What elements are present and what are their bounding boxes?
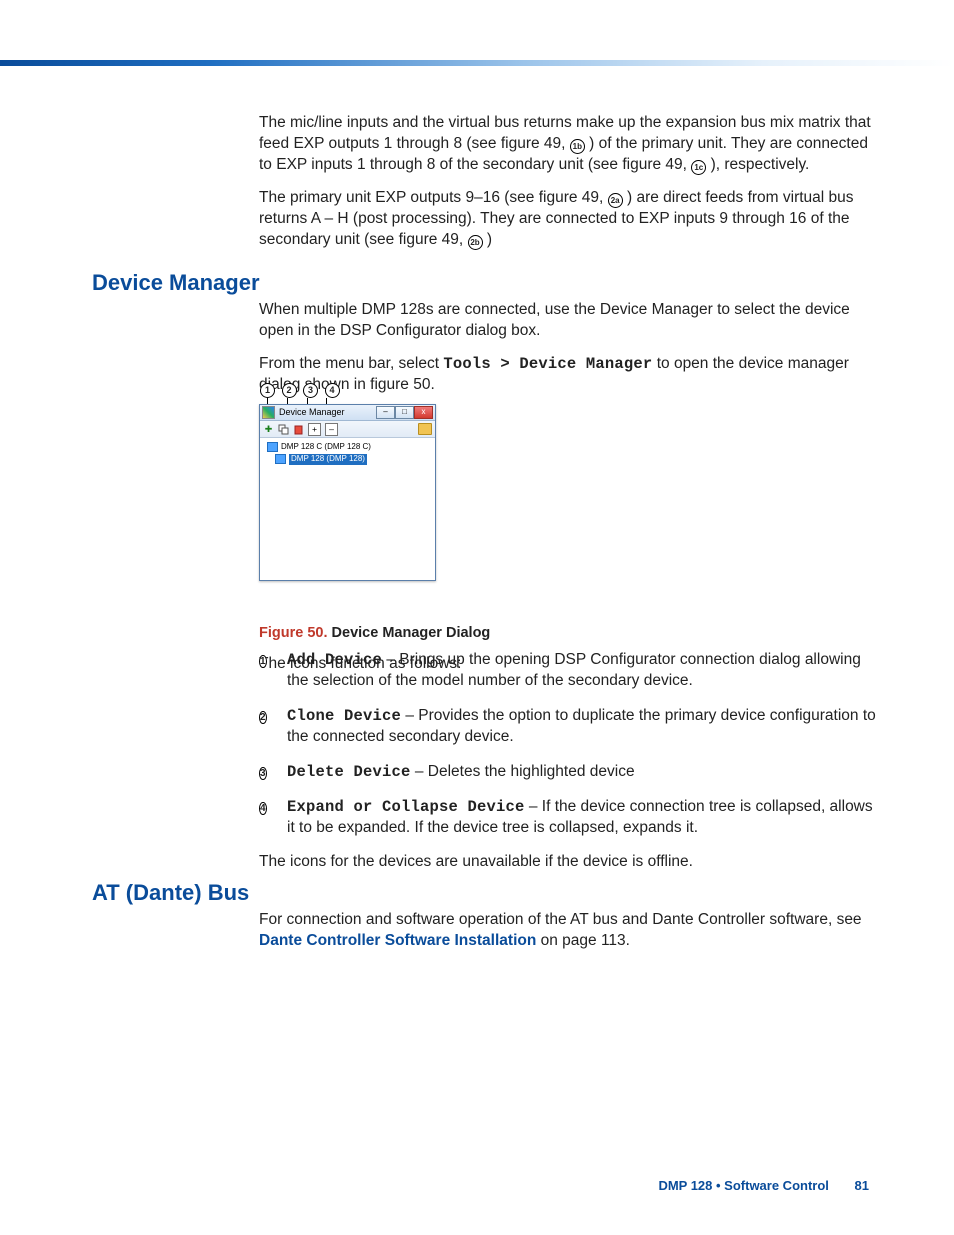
device-icon	[267, 442, 278, 452]
window-maximize-button[interactable]: □	[395, 406, 414, 419]
footer-doc-title: DMP 128 • Software Control	[658, 1178, 828, 1193]
dm-intro: When multiple DMP 128s are connected, us…	[259, 300, 879, 408]
clone-device-icon[interactable]	[278, 424, 289, 435]
body-text: When multiple DMP 128s are connected, us…	[259, 300, 879, 342]
callout-4: 4	[325, 383, 340, 398]
window-titlebar[interactable]: Device Manager – □ x	[260, 405, 435, 421]
function-name: Clone Device	[287, 707, 401, 725]
function-desc: – Deletes the highlighted device	[411, 763, 635, 780]
open-folder-icon[interactable]	[418, 423, 432, 435]
callout-1: 1	[260, 383, 275, 398]
list-number-circle: 2	[259, 711, 267, 724]
window-close-button[interactable]: x	[414, 406, 433, 419]
app-icon	[262, 406, 275, 419]
window-minimize-button[interactable]: –	[376, 406, 395, 419]
function-name: Expand or Collapse Device	[287, 798, 525, 816]
body-text: For connection and software operation of…	[259, 911, 862, 928]
function-name: Delete Device	[287, 763, 411, 781]
ref-circle-1b: 1b	[570, 139, 585, 154]
figure-title: Device Manager Dialog	[328, 625, 491, 641]
device-icon	[275, 454, 286, 464]
list-number-circle: 3	[259, 767, 267, 780]
link-dante-install[interactable]: Dante Controller Software Installation	[259, 932, 536, 949]
add-device-icon[interactable]	[263, 424, 274, 435]
device-tree[interactable]: DMP 128 C (DMP 128 C) DMP 128 (DMP 128)	[260, 438, 435, 470]
ref-circle-2b: 2b	[468, 235, 483, 250]
figure-number: Figure 50.	[259, 625, 328, 641]
at-bus-section: For connection and software operation of…	[259, 910, 879, 964]
device-manager-window: Device Manager – □ x + –	[259, 404, 436, 581]
figure-caption: Figure 50. Device Manager Dialog	[259, 624, 879, 644]
page-header-rule	[0, 60, 954, 66]
list-item: 2 Clone Device – Provides the option to …	[259, 706, 879, 748]
list-item: 1 Add Device – Brings up the opening DSP…	[259, 650, 879, 692]
body-text: )	[487, 231, 492, 248]
toolbar: + –	[260, 421, 435, 438]
body-text: From the menu bar, select	[259, 355, 443, 372]
collapse-tree-icon[interactable]: –	[325, 423, 338, 436]
body-text: The primary unit EXP outputs 9–16 (see f…	[259, 189, 608, 206]
ref-circle-1c: 1c	[691, 160, 706, 175]
list-number-circle: 1	[259, 655, 267, 668]
page-footer: DMP 128 • Software Control 81	[658, 1177, 869, 1195]
ref-circle-2a: 2a	[608, 193, 623, 208]
list-item: 3 Delete Device – Deletes the highlighte…	[259, 762, 879, 783]
callout-3: 3	[303, 383, 318, 398]
paragraph-exp-mix: The mic/line inputs and the virtual bus …	[259, 113, 879, 263]
callout-2: 2	[282, 383, 297, 398]
window-title: Device Manager	[279, 406, 345, 418]
menu-path: Tools > Device Manager	[443, 355, 652, 373]
figure-device-manager-dialog: 1 2 3 4 Device Manager – □ x	[259, 404, 434, 609]
tree-item-selected[interactable]: DMP 128 (DMP 128)	[275, 454, 430, 465]
page-number: 81	[855, 1178, 869, 1193]
heading-device-manager: Device Manager	[92, 268, 260, 298]
list-number-circle: 4	[259, 802, 267, 815]
tree-item-label: DMP 128 C (DMP 128 C)	[281, 442, 371, 453]
function-name: Add Device	[287, 651, 382, 669]
body-text: ), respectively.	[711, 156, 810, 173]
body-text: on page 113.	[536, 932, 630, 949]
delete-device-icon[interactable]	[293, 424, 304, 435]
tree-item[interactable]: DMP 128 C (DMP 128 C)	[267, 442, 430, 453]
list-item: 4 Expand or Collapse Device – If the dev…	[259, 797, 879, 839]
tree-item-label: DMP 128 (DMP 128)	[289, 454, 367, 465]
expand-tree-icon[interactable]: +	[308, 423, 321, 436]
heading-at-dante-bus: AT (Dante) Bus	[92, 878, 249, 908]
body-text: The icons for the devices are unavailabl…	[259, 852, 879, 873]
